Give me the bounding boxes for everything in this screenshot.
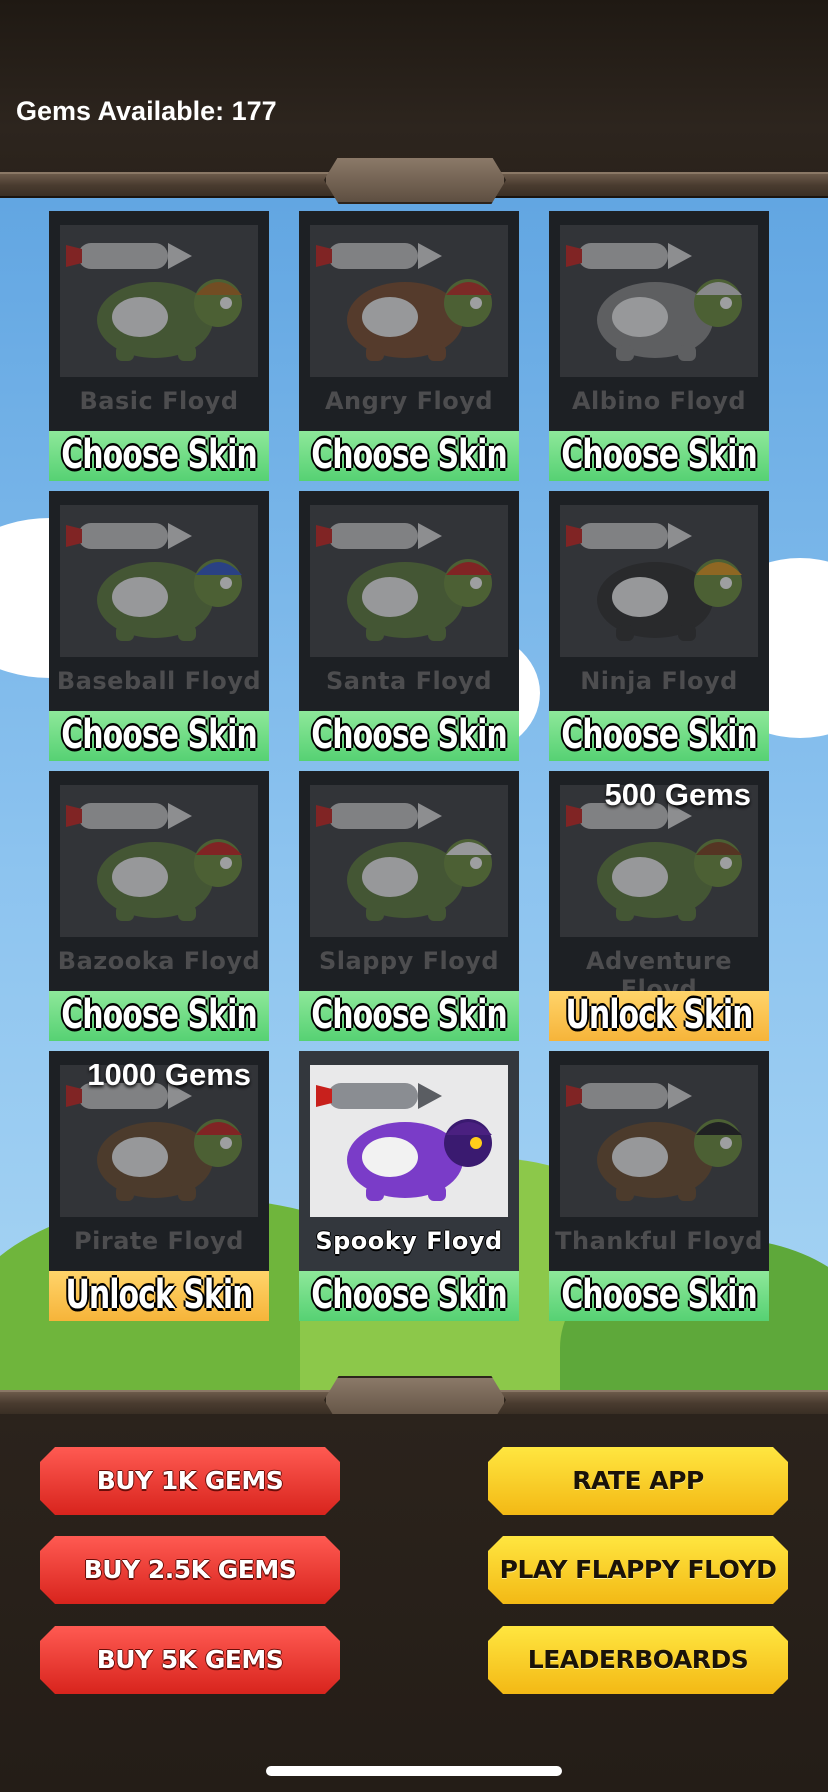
choose-skin-button-angry-floyd[interactable]: Choose Skin (299, 431, 519, 481)
skin-name-label: Ninja Floyd (580, 667, 738, 695)
skin-card-spooky-floyd[interactable]: Spooky Floyd Choose Skin (299, 1051, 519, 1321)
skin-card-ninja-floyd[interactable]: Ninja Floyd Choose Skin (549, 491, 769, 761)
choose-skin-button-slappy-floyd[interactable]: Choose Skin (299, 991, 519, 1041)
skin-name-label: Pirate Floyd (74, 1227, 244, 1255)
skin-button-label: Unlock Skin (565, 991, 754, 1039)
skin-button-label: Choose Skin (61, 711, 257, 759)
locked-overlay (560, 505, 758, 657)
skin-button-label: Choose Skin (561, 1271, 757, 1319)
top-bar: Gems Available: 177 (0, 0, 828, 182)
skin-card-basic-floyd[interactable]: Basic Floyd Choose Skin (49, 211, 269, 481)
skin-preview (310, 1065, 508, 1217)
skin-preview (60, 225, 258, 377)
skin-card-frame: Ninja Floyd (549, 491, 769, 711)
home-indicator (266, 1766, 562, 1776)
skin-card-frame: Bazooka Floyd (49, 771, 269, 991)
turtle-spooky-icon (316, 1083, 492, 1201)
skin-name-label: Baseball Floyd (56, 667, 262, 695)
top-plaque (324, 156, 506, 204)
choose-skin-button-ninja-floyd[interactable]: Choose Skin (549, 711, 769, 761)
locked-overlay (60, 785, 258, 937)
skin-card-frame: Adventure Floyd 500 Gems (549, 771, 769, 1003)
skin-name-label: Basic Floyd (79, 387, 239, 415)
locked-overlay (60, 505, 258, 657)
skin-name-label: Thankful Floyd (555, 1227, 763, 1255)
skin-card-frame: Basic Floyd (49, 211, 269, 431)
locked-overlay (310, 785, 508, 937)
skin-cost-label: 500 Gems (604, 777, 752, 812)
skin-card-baseball-floyd[interactable]: Baseball Floyd Choose Skin (49, 491, 269, 761)
skin-name-label: Slappy Floyd (319, 947, 499, 975)
locked-overlay (60, 225, 258, 377)
skin-preview (310, 225, 508, 377)
skin-button-label: Choose Skin (311, 711, 507, 759)
choose-skin-button-thankful-floyd[interactable]: Choose Skin (549, 1271, 769, 1321)
choose-skin-button-spooky-floyd[interactable]: Choose Skin (299, 1271, 519, 1321)
skin-preview (310, 505, 508, 657)
unlock-skin-button-adventure-floyd[interactable]: Unlock Skin (549, 991, 769, 1041)
leaderboards-button[interactable]: LEADERBOARDS (488, 1626, 788, 1694)
skin-card-pirate-floyd[interactable]: Pirate Floyd 1000 Gems Unlock Skin (49, 1051, 269, 1321)
skin-name-label: Spooky Floyd (315, 1227, 503, 1255)
choose-skin-button-santa-floyd[interactable]: Choose Skin (299, 711, 519, 761)
skin-button-label: Choose Skin (561, 711, 757, 759)
play-flappy-floyd-label: PLAY FLAPPY FLOYD (499, 1555, 777, 1584)
skin-card-frame: Spooky Floyd (299, 1051, 519, 1271)
buy-5k-gems-label: BUY 5K GEMS (96, 1645, 284, 1674)
skin-preview (560, 505, 758, 657)
buy-1k-gems-button[interactable]: BUY 1K GEMS (40, 1447, 340, 1515)
skin-preview (560, 1065, 758, 1217)
buy-1k-gems-label: BUY 1K GEMS (96, 1466, 284, 1495)
unlock-skin-button-pirate-floyd[interactable]: Unlock Skin (49, 1271, 269, 1321)
rate-app-label: RATE APP (572, 1466, 704, 1495)
locked-overlay (310, 225, 508, 377)
gems-available-label: Gems Available: 177 (16, 96, 277, 126)
skin-button-label: Choose Skin (61, 991, 257, 1039)
choose-skin-button-albino-floyd[interactable]: Choose Skin (549, 431, 769, 481)
buy-2-5k-gems-label: BUY 2.5K GEMS (83, 1555, 297, 1584)
skin-preview (310, 785, 508, 937)
locked-overlay (310, 505, 508, 657)
locked-overlay (560, 225, 758, 377)
skin-card-slappy-floyd[interactable]: Slappy Floyd Choose Skin (299, 771, 519, 1041)
choose-skin-button-basic-floyd[interactable]: Choose Skin (49, 431, 269, 481)
skin-card-bazooka-floyd[interactable]: Bazooka Floyd Choose Skin (49, 771, 269, 1041)
skin-card-frame: Baseball Floyd (49, 491, 269, 711)
buy-5k-gems-button[interactable]: BUY 5K GEMS (40, 1626, 340, 1694)
skin-button-label: Choose Skin (61, 431, 257, 479)
skin-preview (560, 225, 758, 377)
skin-card-frame: Pirate Floyd 1000 Gems (49, 1051, 269, 1271)
skin-card-frame: Santa Floyd (299, 491, 519, 711)
skin-button-label: Unlock Skin (65, 1271, 254, 1319)
skin-button-label: Choose Skin (311, 1271, 507, 1319)
rate-app-button[interactable]: RATE APP (488, 1447, 788, 1515)
buy-2-5k-gems-button[interactable]: BUY 2.5K GEMS (40, 1536, 340, 1604)
skin-card-angry-floyd[interactable]: Angry Floyd Choose Skin (299, 211, 519, 481)
skin-cost-label: 1000 Gems (87, 1057, 251, 1092)
choose-skin-button-bazooka-floyd[interactable]: Choose Skin (49, 991, 269, 1041)
skin-card-frame: Slappy Floyd (299, 771, 519, 991)
skin-card-adventure-floyd[interactable]: Adventure Floyd 500 Gems Unlock Skin (549, 771, 769, 1041)
skin-name-label: Albino Floyd (571, 387, 747, 415)
leaderboards-label: LEADERBOARDS (527, 1645, 749, 1674)
skin-card-frame: Angry Floyd (299, 211, 519, 431)
skin-name-label: Bazooka Floyd (57, 947, 261, 975)
skin-card-frame: Thankful Floyd (549, 1051, 769, 1271)
skin-button-label: Choose Skin (561, 431, 757, 479)
skin-button-label: Choose Skin (311, 991, 507, 1039)
skin-preview (60, 505, 258, 657)
skin-button-label: Choose Skin (311, 431, 507, 479)
skin-name-label: Angry Floyd (324, 387, 494, 415)
play-flappy-floyd-button[interactable]: PLAY FLAPPY FLOYD (488, 1536, 788, 1604)
skin-card-santa-floyd[interactable]: Santa Floyd Choose Skin (299, 491, 519, 761)
skin-preview (60, 785, 258, 937)
skin-card-albino-floyd[interactable]: Albino Floyd Choose Skin (549, 211, 769, 481)
choose-skin-button-baseball-floyd[interactable]: Choose Skin (49, 711, 269, 761)
skin-card-thankful-floyd[interactable]: Thankful Floyd Choose Skin (549, 1051, 769, 1321)
skin-name-label: Santa Floyd (325, 667, 493, 695)
skin-card-frame: Albino Floyd (549, 211, 769, 431)
locked-overlay (560, 1065, 758, 1217)
